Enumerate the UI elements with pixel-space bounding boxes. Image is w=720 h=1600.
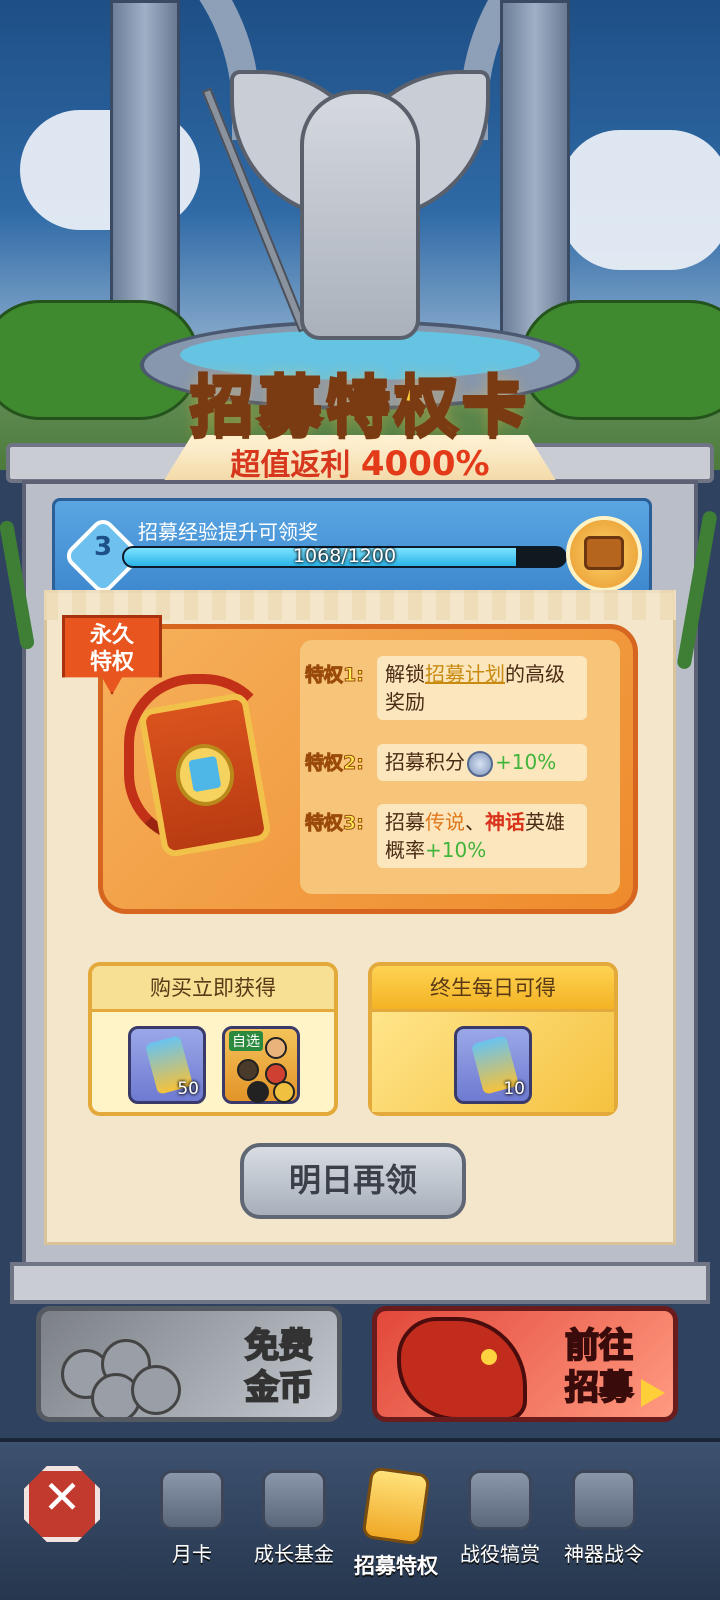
highlight-recruit-plan: 招募计划 [425, 662, 505, 686]
daily-reward-items: 10 [372, 1012, 614, 1112]
title-area: 招募特权卡 [0, 355, 720, 447]
campaign-reward-icon [468, 1470, 532, 1530]
hero-face-icon [247, 1081, 269, 1103]
subtitle-value: 4000% [360, 444, 490, 484]
tab-campaign-reward[interactable]: 战役犒赏 [450, 1466, 550, 1596]
tab-label: 神器战令 [564, 1542, 644, 1566]
recruit-ticket-item[interactable]: 10 [454, 1026, 532, 1104]
hero-face-icon [273, 1081, 295, 1103]
choice-tag: 自选 [229, 1031, 263, 1051]
go-recruit-line2: 招募 [564, 1367, 634, 1409]
month-card-icon [160, 1470, 224, 1530]
subtitle-prefix: 超值返利 [230, 448, 351, 483]
recruit-privilege-icon [361, 1466, 431, 1546]
tab-recruit-privilege[interactable]: 招募特权 [346, 1466, 446, 1596]
hero-face-icon [265, 1037, 287, 1059]
bottom-ledge [10, 1262, 710, 1304]
privilege-3: 特权3: 招募传说、神话英雄概率+10% [305, 804, 587, 868]
privilege-1-text: 解锁招募计划的高级奖励 [377, 656, 587, 720]
tab-growth-fund[interactable]: 成长基金 [244, 1466, 344, 1596]
arch-right [460, 0, 720, 140]
tab-label: 战役犒赏 [460, 1542, 540, 1566]
tab-label: 月卡 [172, 1542, 212, 1566]
privilege-3-label: 特权3: [305, 812, 365, 835]
free-gold-button[interactable]: 免费 金币 [36, 1306, 342, 1422]
growth-fund-icon [262, 1470, 326, 1530]
instant-reward-box: 购买立即获得 50 自选 [88, 962, 338, 1116]
text: 招募积分 [385, 750, 465, 774]
progress-label: 招募经验提升可领奖 [138, 520, 318, 544]
go-recruit-line1: 前往 [564, 1325, 634, 1367]
instant-reward-items: 50 自选 [92, 1012, 334, 1112]
privilege-2-text: 招募积分 +10% [377, 744, 587, 781]
treasure-chest-icon [584, 536, 624, 570]
highlight-legend: 传说 [425, 810, 465, 834]
tab-artifact-pass[interactable]: 神器战令 [554, 1466, 654, 1596]
go-recruit-button[interactable]: 前往 招募 [372, 1306, 678, 1422]
tab-label: 成长基金 [254, 1542, 334, 1566]
highlight-bonus: +10% [495, 750, 557, 774]
tab-month-card[interactable]: 月卡 [142, 1466, 242, 1596]
page-title: 招募特权卡 [189, 369, 530, 446]
angel-statue [300, 90, 420, 340]
close-icon: ✕ [42, 1470, 82, 1524]
cloud [560, 130, 720, 270]
recruit-point-icon [467, 750, 493, 777]
page-subtitle: 超值返利 4000% [0, 440, 720, 484]
claim-tomorrow-button[interactable]: 明日再领 [240, 1143, 466, 1219]
hero-choice-item[interactable]: 自选 [222, 1026, 300, 1104]
privilege-2-label: 特权2: [305, 752, 365, 775]
text: 解锁 [385, 662, 425, 686]
coin [131, 1365, 181, 1415]
highlight-myth: 神话 [485, 810, 525, 834]
artifact-pass-icon [572, 1470, 636, 1530]
hero-face-icon [237, 1059, 259, 1081]
privilege-3-text: 招募传说、神话英雄概率+10% [377, 804, 587, 868]
progress-value: 1068/1200 [292, 545, 397, 567]
tab-label: 招募特权 [354, 1554, 438, 1578]
play-arrow-icon [641, 1379, 665, 1407]
privilege-1: 特权1: 解锁招募计划的高级奖励 [305, 656, 587, 720]
daily-reward-box: 终生每日可得 10 [368, 962, 618, 1116]
text: 招募 [385, 810, 425, 834]
permanent-tag-label: 永久特权 [89, 623, 134, 675]
crown-ticket-icon [188, 755, 222, 793]
text: 、 [465, 810, 485, 834]
item-count: 10 [503, 1079, 525, 1099]
daily-reward-title: 终生每日可得 [372, 966, 614, 1012]
instant-reward-title: 购买立即获得 [92, 966, 334, 1012]
dragon-eye [481, 1349, 497, 1365]
free-gold-line2: 金币 [244, 1367, 314, 1409]
free-gold-label: 免费 金币 [244, 1325, 314, 1409]
recruit-ticket-item[interactable]: 50 [128, 1026, 206, 1104]
privilege-1-label: 特权1: [305, 664, 365, 687]
privilege-2: 特权2: 招募积分 +10% [305, 744, 587, 781]
item-count: 50 [177, 1079, 199, 1099]
gold-coins-icon [61, 1339, 181, 1417]
highlight-bonus: +10% [425, 838, 487, 862]
go-recruit-label: 前往 招募 [564, 1325, 634, 1409]
free-gold-line1: 免费 [244, 1325, 314, 1367]
red-dragon-icon [397, 1317, 527, 1417]
